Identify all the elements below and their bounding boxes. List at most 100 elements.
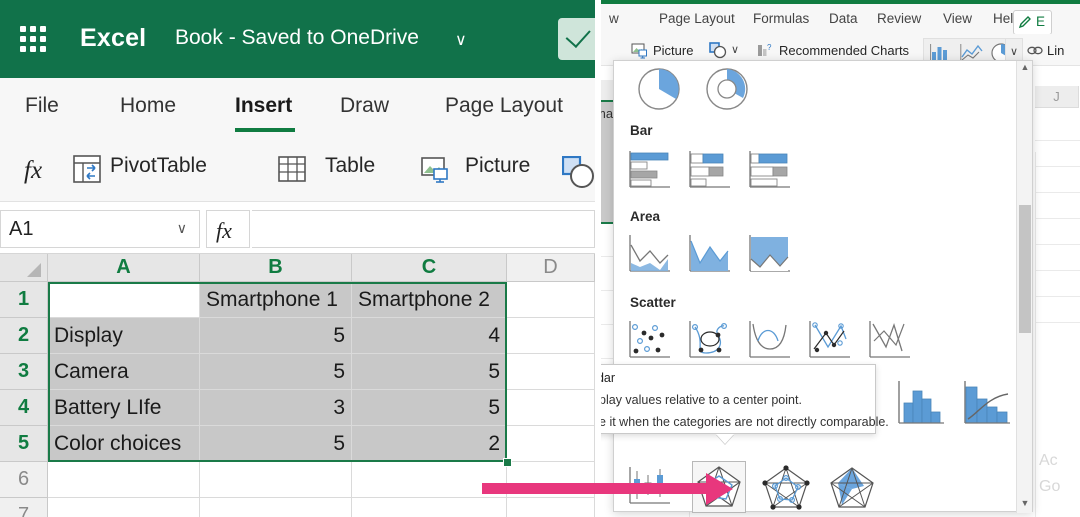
scatter-smooth-markers-icon[interactable] xyxy=(688,319,732,361)
recommended-charts-icon[interactable]: ? xyxy=(756,42,773,59)
insert-function-button[interactable]: fx xyxy=(206,210,250,248)
scatter-straight-icon[interactable] xyxy=(868,319,912,361)
pareto-icon[interactable] xyxy=(962,379,1014,427)
table-label[interactable]: Table xyxy=(325,154,375,178)
pivot-table-label[interactable]: PivotTable xyxy=(110,154,207,178)
shapes-icon[interactable] xyxy=(561,155,595,195)
cell-b1[interactable]: Smartphone 1 xyxy=(200,282,352,318)
row-header-2[interactable]: 2 xyxy=(0,318,48,354)
tab-view[interactable]: View xyxy=(943,11,972,26)
cell-a6[interactable] xyxy=(48,462,200,498)
column-header-a[interactable]: A xyxy=(48,254,200,282)
pivot-table-icon[interactable] xyxy=(72,154,102,189)
cell-d5[interactable] xyxy=(507,426,595,462)
ribbon-tab-strip: File Home Insert Draw Page Layout xyxy=(0,78,595,140)
link-icon[interactable] xyxy=(1027,44,1043,57)
editing-label: E xyxy=(1036,14,1046,29)
cell-b7[interactable] xyxy=(200,498,352,517)
column-header-c[interactable]: C xyxy=(352,254,507,282)
bg-column-header-j[interactable]: J xyxy=(1035,86,1079,108)
function-fx-icon[interactable]: fx xyxy=(22,152,54,191)
picture-icon[interactable] xyxy=(420,154,450,189)
column-header-b[interactable]: B xyxy=(200,254,352,282)
row-header-6[interactable]: 6 xyxy=(0,462,48,498)
tab-formulas[interactable]: Formulas xyxy=(753,11,809,26)
cell-a4[interactable]: Battery LIfe xyxy=(48,390,200,426)
histogram-icon[interactable] xyxy=(896,379,948,427)
picture-label[interactable]: Picture xyxy=(653,43,693,58)
clustered-bar-icon[interactable] xyxy=(628,149,672,191)
row-header-5[interactable]: 5 xyxy=(0,426,48,462)
cell-b6[interactable] xyxy=(200,462,352,498)
select-all-corner[interactable] xyxy=(0,254,48,282)
cell-a7[interactable] xyxy=(48,498,200,517)
cell-b2[interactable]: 5 xyxy=(200,318,352,354)
name-box[interactable]: A1 ∨ xyxy=(0,210,200,248)
cell-c2[interactable]: 4 xyxy=(352,318,507,354)
tab-data[interactable]: Data xyxy=(829,11,858,26)
fill-handle[interactable] xyxy=(503,458,512,467)
cell-d1[interactable] xyxy=(507,282,595,318)
scroll-up-arrow[interactable]: ▲ xyxy=(1017,62,1033,76)
chevron-down-icon[interactable]: ∨ xyxy=(731,43,739,56)
app-launcher-icon[interactable] xyxy=(18,24,48,54)
tab-review-partial[interactable]: w xyxy=(609,11,619,26)
chevron-down-icon[interactable]: ∨ xyxy=(177,220,187,237)
scroll-down-arrow[interactable]: ▼ xyxy=(1017,498,1033,512)
filled-radar-icon[interactable] xyxy=(826,463,878,513)
cell-d7[interactable] xyxy=(507,498,595,517)
cell-a5[interactable]: Color choices xyxy=(48,426,200,462)
cell-c5[interactable]: 2 xyxy=(352,426,507,462)
tab-file[interactable]: File xyxy=(25,94,59,118)
link-label[interactable]: Lin xyxy=(1047,43,1064,58)
tab-review[interactable]: Review xyxy=(877,11,921,26)
stacked-bar-icon[interactable] xyxy=(688,149,732,191)
table-icon[interactable] xyxy=(277,154,307,189)
cell-b5[interactable]: 5 xyxy=(200,426,352,462)
cell-d3[interactable] xyxy=(507,354,595,390)
doughnut-chart-icon[interactable] xyxy=(700,65,754,111)
cell-d4[interactable] xyxy=(507,390,595,426)
area-chart-icon[interactable] xyxy=(628,233,672,275)
scatter-smooth-icon[interactable] xyxy=(748,319,792,361)
tab-page-layout[interactable]: Page Layout xyxy=(445,94,563,118)
chevron-down-icon[interactable]: ∨ xyxy=(455,30,467,50)
cell-c1[interactable]: Smartphone 2 xyxy=(352,282,507,318)
shapes-icon[interactable] xyxy=(709,42,728,59)
cell-a2[interactable]: Display xyxy=(48,318,200,354)
cell-a1[interactable] xyxy=(48,282,200,318)
tab-insert[interactable]: Insert xyxy=(235,94,292,118)
column-header-d[interactable]: D xyxy=(507,254,595,282)
active-tab-underline xyxy=(235,128,295,132)
gallery-scroll-thumb[interactable] xyxy=(1019,205,1031,333)
row-header-3[interactable]: 3 xyxy=(0,354,48,390)
row-header-7[interactable]: 7 xyxy=(0,498,48,517)
editing-button[interactable]: E xyxy=(1013,10,1053,35)
cell-c7[interactable] xyxy=(352,498,507,517)
cell-b3[interactable]: 5 xyxy=(200,354,352,390)
pie-chart-icon[interactable] xyxy=(632,65,686,111)
stacked-area-icon[interactable] xyxy=(688,233,732,275)
scatter-straight-markers-icon[interactable] xyxy=(808,319,852,361)
100-stacked-bar-icon[interactable] xyxy=(748,149,792,191)
row-header-1[interactable]: 1 xyxy=(0,282,48,318)
share-button[interactable] xyxy=(558,18,595,60)
picture-label[interactable]: Picture xyxy=(465,154,530,178)
tab-page-layout[interactable]: Page Layout xyxy=(659,11,735,26)
radar-markers-icon[interactable] xyxy=(760,463,812,513)
picture-icon[interactable] xyxy=(631,42,648,59)
tab-draw[interactable]: Draw xyxy=(340,94,389,118)
scatter-icon[interactable] xyxy=(628,319,672,361)
cell-d2[interactable] xyxy=(507,318,595,354)
cell-b4[interactable]: 3 xyxy=(200,390,352,426)
tab-home[interactable]: Home xyxy=(120,94,176,118)
cell-c4[interactable]: 5 xyxy=(352,390,507,426)
row-header-4[interactable]: 4 xyxy=(0,390,48,426)
gallery-scrollbar[interactable]: ▲ ▼ xyxy=(1016,61,1032,513)
formula-input[interactable] xyxy=(252,210,595,248)
cell-a3[interactable]: Camera xyxy=(48,354,200,390)
recommended-charts-label[interactable]: Recommended Charts xyxy=(779,43,909,58)
100-stacked-area-icon[interactable] xyxy=(748,233,792,275)
cell-c3[interactable]: 5 xyxy=(352,354,507,390)
document-title[interactable]: Book - Saved to OneDrive xyxy=(175,26,419,50)
